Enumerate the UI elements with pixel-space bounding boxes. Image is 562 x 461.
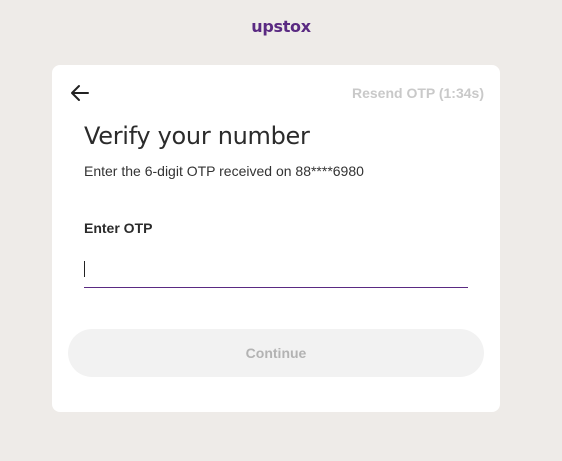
otp-instructions: Enter the 6-digit OTP received on 88****… <box>84 163 364 179</box>
otp-input[interactable] <box>84 257 468 288</box>
upstox-logo: upstox <box>251 17 311 36</box>
otp-card: Resend OTP (1:34s) Verify your number En… <box>52 65 500 412</box>
page-title: Verify your number <box>84 122 310 150</box>
back-arrow-icon[interactable] <box>68 81 92 105</box>
resend-otp-button[interactable]: Resend OTP (1:34s) <box>352 85 484 101</box>
text-caret <box>84 261 85 277</box>
continue-button[interactable]: Continue <box>68 329 484 377</box>
otp-field-label: Enter OTP <box>84 220 153 236</box>
